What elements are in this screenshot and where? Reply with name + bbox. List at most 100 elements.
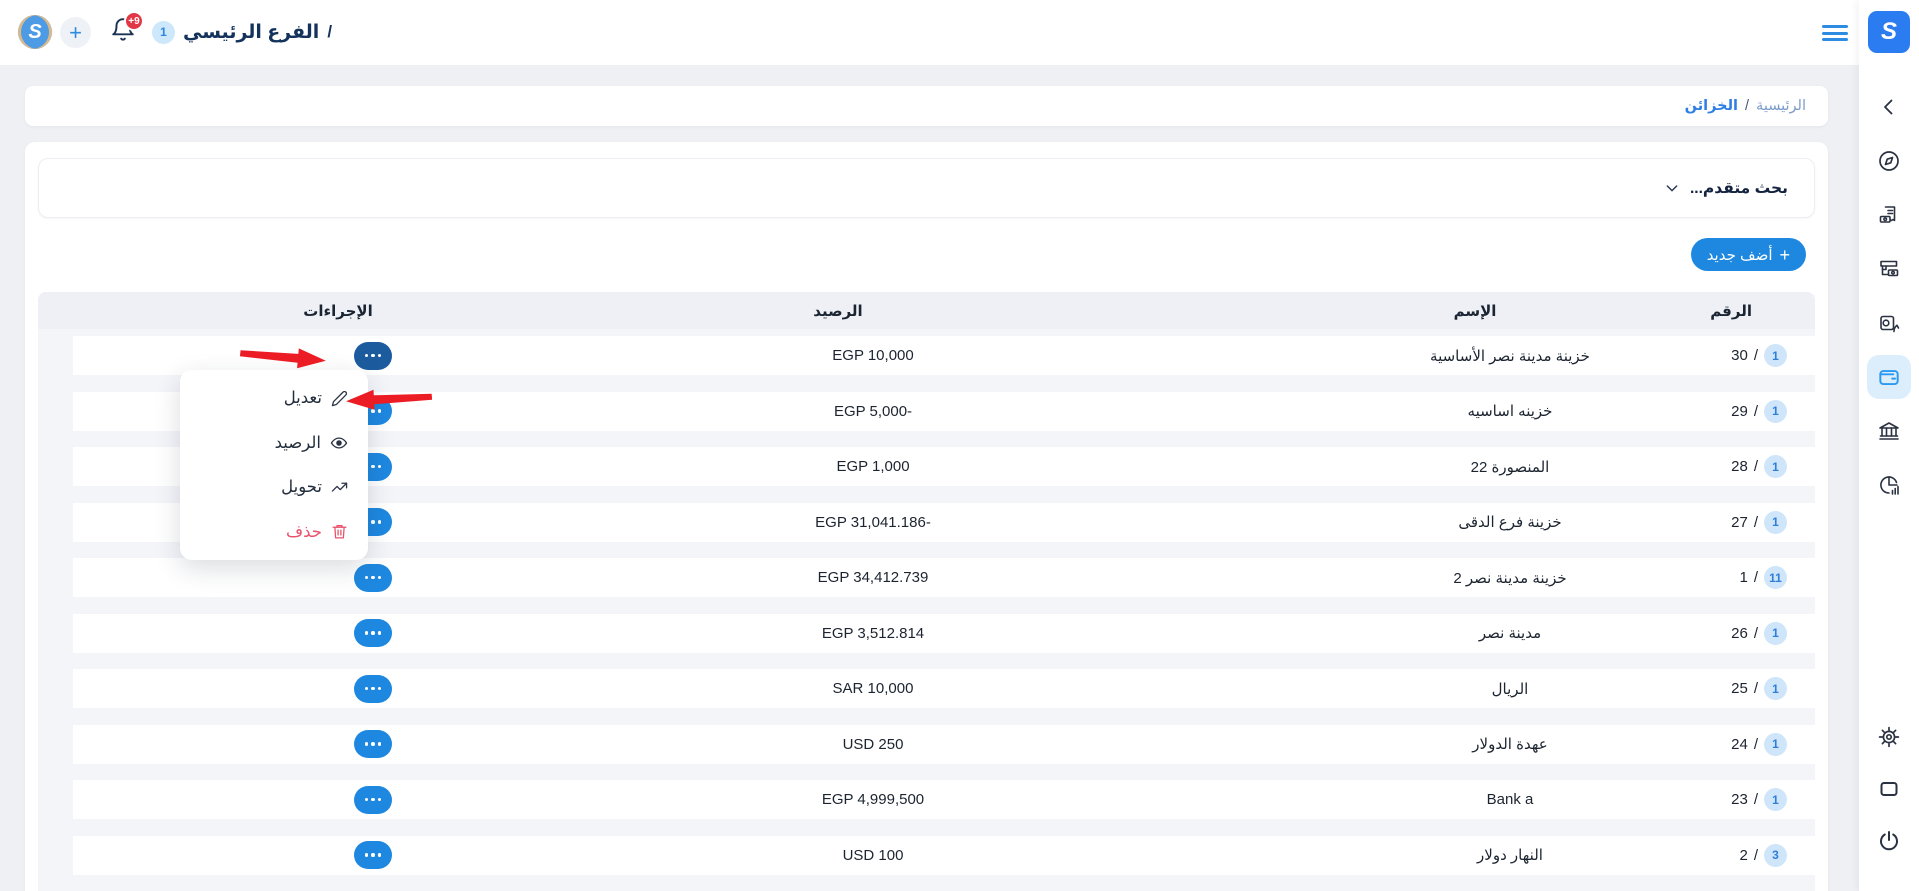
number-separator: / <box>1754 514 1758 531</box>
menu-item-edit[interactable]: تعديل <box>180 377 368 419</box>
notifications-button[interactable]: +9 <box>110 17 142 49</box>
row-actions-button[interactable] <box>354 675 392 703</box>
advanced-search-toggle[interactable]: بحث متقدم... <box>38 158 1815 218</box>
menu-toggle-button[interactable] <box>1822 25 1848 41</box>
table-row[interactable]: USD 100 النهار دولار 3/2 <box>73 836 1815 875</box>
current-branch[interactable]: 1 الفرع الرئيسي / <box>152 14 332 50</box>
top-bar: S + +9 1 الفرع الرئيسي / <box>0 0 1859 65</box>
receipt-money-icon <box>1877 203 1901 227</box>
compass-icon <box>1877 149 1901 173</box>
table-row[interactable]: EGP 4,999,500 Bank a 1/23 <box>73 780 1815 819</box>
cell-number: 11/1 <box>1595 566 1815 589</box>
number-separator: / <box>1754 736 1758 753</box>
cell-balance: EGP 5,000- <box>673 403 1073 420</box>
row-number: 26 <box>1731 625 1748 642</box>
sidebar-nav <box>1859 80 1919 512</box>
row-actions-menu: تعديل الرصيد تحويل حذف <box>180 370 368 560</box>
sidebar-item-invoices[interactable] <box>1859 188 1919 242</box>
trash-icon <box>331 523 348 540</box>
sidebar-item-logout[interactable] <box>1859 815 1919 867</box>
table-row[interactable]: SAR 10,000 الريال 1 / 25 <box>73 669 1815 708</box>
sidebar-item-dashboard[interactable] <box>1859 134 1919 188</box>
quick-add-button[interactable]: + <box>60 17 91 48</box>
sidebar-item-settings[interactable] <box>1859 711 1919 763</box>
count-badge: 1 <box>1764 733 1787 756</box>
cell-name: مدينة نصر <box>1425 624 1595 642</box>
cell-name: خزينة مدينة نصر 2 <box>1425 569 1595 587</box>
row-actions-button[interactable] <box>354 619 392 647</box>
row-number: 23 <box>1731 791 1748 808</box>
sidebar-item-banks[interactable] <box>1859 404 1919 458</box>
sidebar-item-reports[interactable] <box>1859 458 1919 512</box>
cell-number: 1/28 <box>1595 455 1815 478</box>
sidebar-item-treasuries[interactable] <box>1859 350 1919 404</box>
row-number: 28 <box>1731 458 1748 475</box>
app-logo-square[interactable]: S <box>1868 11 1910 53</box>
breadcrumb: الرئيسية / الخزائن <box>25 86 1828 126</box>
menu-edit-label: تعديل <box>284 388 322 408</box>
cell-balance: USD 100 <box>673 847 1073 864</box>
count-badge: 1 <box>1764 677 1787 700</box>
menu-item-delete[interactable]: حذف <box>180 511 368 553</box>
header-name: الإسم <box>1390 302 1560 320</box>
menu-item-transfer[interactable]: تحويل <box>180 466 368 508</box>
row-number: 29 <box>1731 403 1748 420</box>
sidebar-item-pos[interactable] <box>1859 242 1919 296</box>
count-badge: 1 <box>1764 622 1787 645</box>
row-number: 2 <box>1739 847 1747 864</box>
cell-balance: EGP 4,999,500 <box>673 791 1073 808</box>
brand-letter: S <box>28 21 41 44</box>
count-badge: 11 <box>1764 566 1787 589</box>
wallet-icon <box>1876 364 1902 390</box>
row-actions-button[interactable] <box>354 342 392 370</box>
cell-number: 1/29 <box>1595 400 1815 423</box>
sidebar-item-screen[interactable] <box>1859 763 1919 815</box>
number-separator: / <box>1754 847 1758 864</box>
pie-chart-icon <box>1877 473 1901 497</box>
add-new-label: أضف جديد <box>1707 246 1773 264</box>
branch-count-badge: 1 <box>152 21 175 44</box>
cell-balance: EGP 1,000 <box>673 458 1073 475</box>
cell-balance: EGP 10,000 <box>673 347 1073 364</box>
app-logo-letter: S <box>1881 18 1897 46</box>
advanced-search-label: بحث متقدم... <box>1690 179 1788 198</box>
number-separator: / <box>1754 680 1758 697</box>
plus-icon: + <box>1779 246 1790 264</box>
number-separator: / <box>1754 347 1758 364</box>
side-nav: S <box>1859 0 1919 891</box>
number-separator: / <box>1754 625 1758 642</box>
bank-icon <box>1877 419 1901 443</box>
window-icon <box>1877 777 1901 801</box>
sidebar-collapse[interactable] <box>1859 80 1919 134</box>
breadcrumb-separator: / <box>1745 98 1749 114</box>
cell-name: الريال <box>1425 680 1595 698</box>
header-actions: الإجراءات <box>38 302 638 320</box>
count-badge: 1 <box>1764 344 1787 367</box>
breadcrumb-home[interactable]: الرئيسية <box>1756 98 1806 114</box>
row-actions-button[interactable] <box>354 730 392 758</box>
transfer-arrow-icon <box>331 479 348 496</box>
row-actions-button[interactable] <box>354 786 392 814</box>
table-row[interactable]: USD 250 عهدة الدولار 1/24 <box>73 725 1815 764</box>
row-number: 25 <box>1731 680 1748 697</box>
count-badge: 1 <box>1764 511 1787 534</box>
number-separator: / <box>1754 458 1758 475</box>
notifications-badge: +9 <box>124 11 144 31</box>
header-balance: الرصيد <box>638 302 1038 320</box>
table-row[interactable]: EGP 3,512.814 مدينة نصر 1/26 <box>73 614 1815 653</box>
eye-icon <box>330 434 348 452</box>
menu-item-balance[interactable]: الرصيد <box>180 422 368 464</box>
row-actions-button[interactable] <box>354 841 392 869</box>
hand-coin-icon <box>1877 311 1901 335</box>
gear-icon <box>1877 725 1901 749</box>
row-actions-button[interactable] <box>354 564 392 592</box>
cell-balance: SAR 10,000 <box>673 680 1073 697</box>
brand-logo-circle[interactable]: S <box>18 15 52 49</box>
add-new-button[interactable]: + أضف جديد <box>1691 238 1806 271</box>
cell-number: 1/23 <box>1595 788 1815 811</box>
sidebar-item-payments[interactable] <box>1859 296 1919 350</box>
table-row[interactable]: EGP 34,412.739 خزينة مدينة نصر 2 11/1 <box>73 558 1815 597</box>
header-number: الرقم <box>1560 302 1780 320</box>
menu-transfer-label: تحويل <box>281 477 322 497</box>
row-number: 1 <box>1739 569 1747 586</box>
